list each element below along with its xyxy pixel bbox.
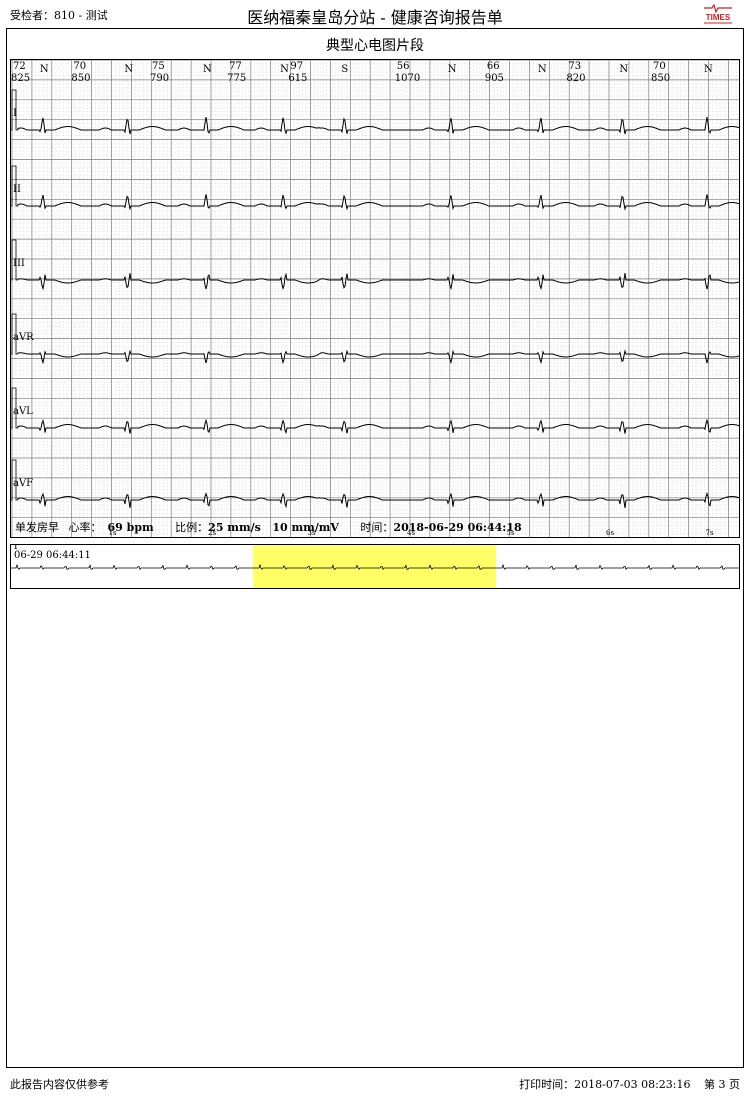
- second-tick: 6s: [606, 529, 615, 537]
- overview-strip: I 06-29 06:44:11: [10, 544, 740, 589]
- beat-rr: 775: [227, 73, 247, 84]
- footer-print-info: 打印时间：2018-07-03 08:23:16 第 3 页: [519, 1076, 740, 1092]
- beat-hr: 97: [290, 61, 304, 72]
- diagnosis: 单发房早: [15, 521, 59, 534]
- strip-start-time: 06-29 06:44:11: [14, 550, 91, 561]
- beat-type: S: [341, 64, 349, 75]
- beat-hr: 73: [568, 61, 582, 72]
- hr-label: 心率：: [68, 521, 102, 534]
- major-grid: [11, 60, 739, 537]
- strip-highlight: [253, 545, 496, 588]
- print-time: 2018-07-03 08:23:16: [574, 1078, 691, 1091]
- logo-text: TIMES: [706, 13, 731, 22]
- beat-rr: 615: [288, 73, 308, 84]
- beat-hr: 70: [653, 61, 666, 72]
- beat-type: N: [447, 64, 457, 75]
- beat-rr: 790: [150, 73, 170, 84]
- beat-hr: 72: [13, 61, 26, 72]
- times-logo: TIMES: [704, 4, 732, 24]
- ecg-trace-avf: [17, 491, 739, 509]
- beat-hr: 70: [73, 61, 87, 72]
- ecg-trace-avr: [17, 349, 739, 365]
- lead-label-avr: aVR: [13, 332, 34, 343]
- ecg-trace-avl: [17, 418, 739, 435]
- ecg-trace-iii: [17, 272, 739, 291]
- beat-rr: 820: [566, 73, 586, 84]
- gain-value: 10 mm/mV: [272, 521, 339, 534]
- ecg-info-bar: 单发房早 心率： 69 bpm 比例：25 mm/s 10 mm/mV 时间：20…: [15, 519, 522, 535]
- lead-label-i: I: [13, 108, 17, 119]
- speed-value: 25 mm/s: [208, 521, 261, 534]
- ecg-panel: 72 825 N 70 850 N 75 790 N 77 775 N 97 615 S 56 1070 N 66 9…: [10, 59, 740, 538]
- disclaimer: 此报告内容仅供参考: [10, 1078, 109, 1091]
- beat-hr: 56: [396, 61, 410, 72]
- beat-type: N: [704, 64, 713, 75]
- page-number: 第 3 页: [704, 1078, 740, 1091]
- second-tick: 5s: [506, 529, 515, 537]
- beat-rr: 850: [71, 73, 91, 84]
- lead-label-iii: III: [13, 258, 25, 269]
- print-label: 打印时间：: [519, 1078, 575, 1091]
- lead-label-avl: aVL: [13, 406, 33, 417]
- lead-label-ii: II: [13, 184, 21, 195]
- beat-rr: 850: [651, 73, 671, 84]
- report-title: 医纳福秦皇岛分站 - 健康咨询报告单: [247, 8, 503, 27]
- beat-type: N: [537, 64, 547, 75]
- ecg-trace-ii: [17, 194, 739, 211]
- beat-type: N: [124, 64, 134, 75]
- lead-label-avf: aVF: [13, 478, 34, 489]
- beat-hr: 66: [486, 61, 500, 72]
- beat-rr: 825: [11, 73, 31, 84]
- beat-type: N: [39, 64, 49, 75]
- second-tick: 2s: [208, 529, 217, 537]
- beat-hr: 77: [229, 61, 242, 72]
- beat-hr: 75: [152, 61, 165, 72]
- second-tick: 7s: [705, 529, 714, 537]
- strip-trace: [11, 545, 739, 588]
- time-label: 时间：: [360, 521, 394, 534]
- ecg-grid: [11, 60, 739, 537]
- beat-type: N: [619, 64, 629, 75]
- beat-type: N: [203, 64, 212, 75]
- scale-label: 比例：: [175, 521, 209, 534]
- beat-rr: 1070: [394, 73, 421, 84]
- section-title: 典型心电图片段: [326, 38, 424, 54]
- second-tick: 4s: [407, 529, 416, 537]
- second-tick: 1s: [108, 529, 117, 537]
- second-tick: 3s: [307, 529, 316, 537]
- beat-rr: 905: [484, 73, 504, 84]
